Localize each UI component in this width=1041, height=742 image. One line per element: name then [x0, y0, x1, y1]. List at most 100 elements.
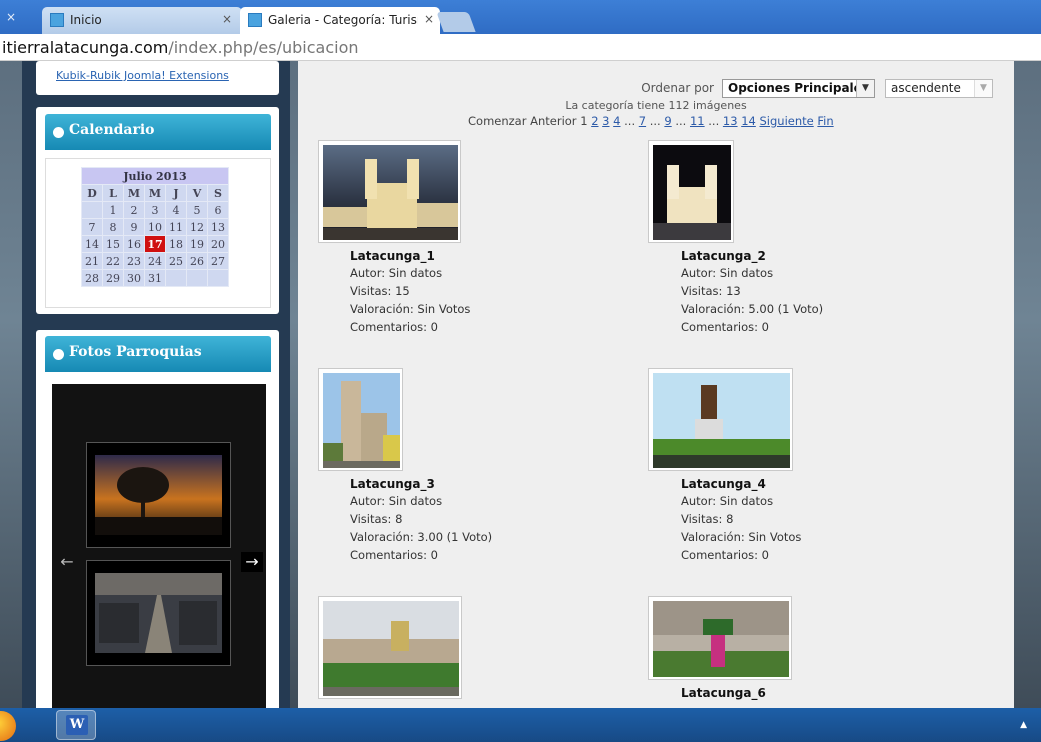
- calendar-day[interactable]: 3: [144, 201, 166, 219]
- pagination-next-link[interactable]: Siguiente: [760, 114, 814, 128]
- bullet-icon: [53, 349, 64, 360]
- gallery-thumbnail[interactable]: [648, 596, 792, 680]
- close-tab-icon[interactable]: ×: [6, 10, 16, 24]
- site-favicon-icon: [248, 13, 262, 27]
- direction-select-value: ascendente: [891, 81, 961, 95]
- calendar-day[interactable]: 6: [207, 201, 229, 219]
- calendar-day[interactable]: 15: [102, 235, 124, 253]
- gallery-thumbnail[interactable]: [318, 368, 403, 471]
- page-link[interactable]: 4: [613, 114, 620, 128]
- image-title[interactable]: Latacunga_4: [681, 477, 766, 491]
- order-select-value: Opciones Principales: [728, 81, 869, 95]
- calendar-day[interactable]: 18: [165, 235, 187, 253]
- image-author: Autor: Sin datos: [681, 266, 774, 280]
- calendar-day: [165, 269, 187, 287]
- calendar-day[interactable]: 1: [102, 201, 124, 219]
- calendar-day-today[interactable]: 17: [144, 235, 166, 253]
- gallery-main: Ordenar por Opciones Principales ▼ ascen…: [298, 61, 1014, 708]
- day-header: J: [165, 184, 187, 202]
- calendar-day[interactable]: 24: [144, 252, 166, 270]
- calendar-day: [81, 201, 103, 219]
- image-title[interactable]: Latacunga_3: [350, 477, 435, 491]
- image-meta: Autor: Sin datos Visitas: 15 Valoración:…: [350, 264, 470, 336]
- image-title[interactable]: Latacunga_1: [350, 249, 435, 263]
- calendar-table: Julio 2013 D L M M J V S 1 2 3 4 5 6 7 8…: [81, 167, 229, 287]
- calendar-day[interactable]: 10: [144, 218, 166, 236]
- calendar-day[interactable]: 27: [207, 252, 229, 270]
- calendar-day[interactable]: 23: [123, 252, 145, 270]
- page-link[interactable]: 2: [591, 114, 598, 128]
- image-title[interactable]: Latacunga_6: [681, 686, 766, 700]
- day-header: D: [81, 184, 103, 202]
- calendar-day[interactable]: 29: [102, 269, 124, 287]
- gallery-thumbnail[interactable]: [648, 140, 734, 243]
- tray-expand-icon[interactable]: ▲: [1020, 720, 1027, 730]
- image-author: Autor: Sin datos: [681, 494, 774, 508]
- calendar-day[interactable]: 28: [81, 269, 103, 287]
- page-link[interactable]: 7: [639, 114, 646, 128]
- direction-select[interactable]: ascendente ▼: [885, 79, 993, 98]
- image-comments: Comentarios: 0: [681, 320, 769, 334]
- order-select[interactable]: Opciones Principales ▼: [722, 79, 875, 98]
- calendar-day[interactable]: 19: [186, 235, 208, 253]
- calendar-day[interactable]: 9: [123, 218, 145, 236]
- calendar-day[interactable]: 2: [123, 201, 145, 219]
- gallery-thumbnail[interactable]: [318, 140, 461, 243]
- pagination-ellipsis: ...: [649, 114, 661, 128]
- kubik-rubik-link[interactable]: Kubik-Rubik Joomla! Extensions: [56, 69, 229, 82]
- close-tab-icon[interactable]: ×: [222, 12, 232, 26]
- page-link[interactable]: 14: [741, 114, 756, 128]
- calendar-day[interactable]: 26: [186, 252, 208, 270]
- pagination: Comenzar Anterior 1 2 3 4 ... 7 ... 9 ..…: [468, 114, 834, 128]
- tab-inicio[interactable]: Inicio ×: [42, 7, 242, 34]
- start-button-icon[interactable]: [0, 711, 16, 741]
- calendar-day[interactable]: 30: [123, 269, 145, 287]
- taskbar-word-button[interactable]: W: [56, 710, 96, 740]
- calendar-day[interactable]: 4: [165, 201, 187, 219]
- calendar-day[interactable]: 20: [207, 235, 229, 253]
- calendar-day[interactable]: 22: [102, 252, 124, 270]
- address-bar[interactable]: itierralatacunga.com/index.php/es/ubicac…: [0, 34, 1041, 61]
- photo-slider: ← →: [52, 384, 266, 708]
- gallery-thumbnail[interactable]: [318, 596, 462, 699]
- calendar-day[interactable]: 8: [102, 218, 124, 236]
- gallery-thumbnail[interactable]: [648, 368, 793, 471]
- calendar-day[interactable]: 12: [186, 218, 208, 236]
- calendar-day[interactable]: 25: [165, 252, 187, 270]
- page-link[interactable]: 13: [723, 114, 738, 128]
- close-tab-icon[interactable]: ×: [424, 12, 434, 26]
- slider-next-arrow-icon[interactable]: →: [241, 552, 263, 572]
- calendar-day[interactable]: 13: [207, 218, 229, 236]
- image-visits: Visitas: 8: [681, 512, 734, 526]
- calendar-day[interactable]: 11: [165, 218, 187, 236]
- photos-body: ← →: [45, 379, 271, 708]
- new-tab-button[interactable]: [436, 12, 476, 32]
- image-visits: Visitas: 15: [350, 284, 410, 298]
- tab-galeria[interactable]: Galeria - Categoría: Turisn ×: [240, 7, 440, 34]
- slider-prev-arrow-icon[interactable]: ←: [56, 552, 78, 572]
- church-night-photo: [653, 145, 731, 240]
- calendar-day[interactable]: 31: [144, 269, 166, 287]
- calendar-day[interactable]: 7: [81, 218, 103, 236]
- image-visits: Visitas: 8: [350, 512, 403, 526]
- calendar-day[interactable]: 5: [186, 201, 208, 219]
- day-header: L: [102, 184, 124, 202]
- image-meta: Autor: Sin datos Visitas: 8 Valoración: …: [681, 492, 801, 564]
- page-link[interactable]: 9: [664, 114, 671, 128]
- calendar-day[interactable]: 21: [81, 252, 103, 270]
- church-day-photo: [323, 373, 400, 468]
- calendar-day[interactable]: 14: [81, 235, 103, 253]
- image-rating: Valoración: 5.00 (1 Voto): [681, 302, 824, 316]
- slide-thumbnail[interactable]: [86, 560, 231, 666]
- page-link[interactable]: 11: [690, 114, 705, 128]
- slide-thumbnail[interactable]: [86, 442, 231, 548]
- day-header: M: [123, 184, 145, 202]
- pagination-end-link[interactable]: Fin: [817, 114, 833, 128]
- page-link[interactable]: 3: [602, 114, 609, 128]
- sunset-tree-photo: [95, 455, 222, 535]
- url-text[interactable]: itierralatacunga.com/index.php/es/ubicac…: [2, 38, 359, 57]
- image-title[interactable]: Latacunga_2: [681, 249, 766, 263]
- image-rating: Valoración: Sin Votos: [681, 530, 802, 544]
- calendar-day[interactable]: 16: [123, 235, 145, 253]
- image-author: Autor: Sin datos: [350, 494, 443, 508]
